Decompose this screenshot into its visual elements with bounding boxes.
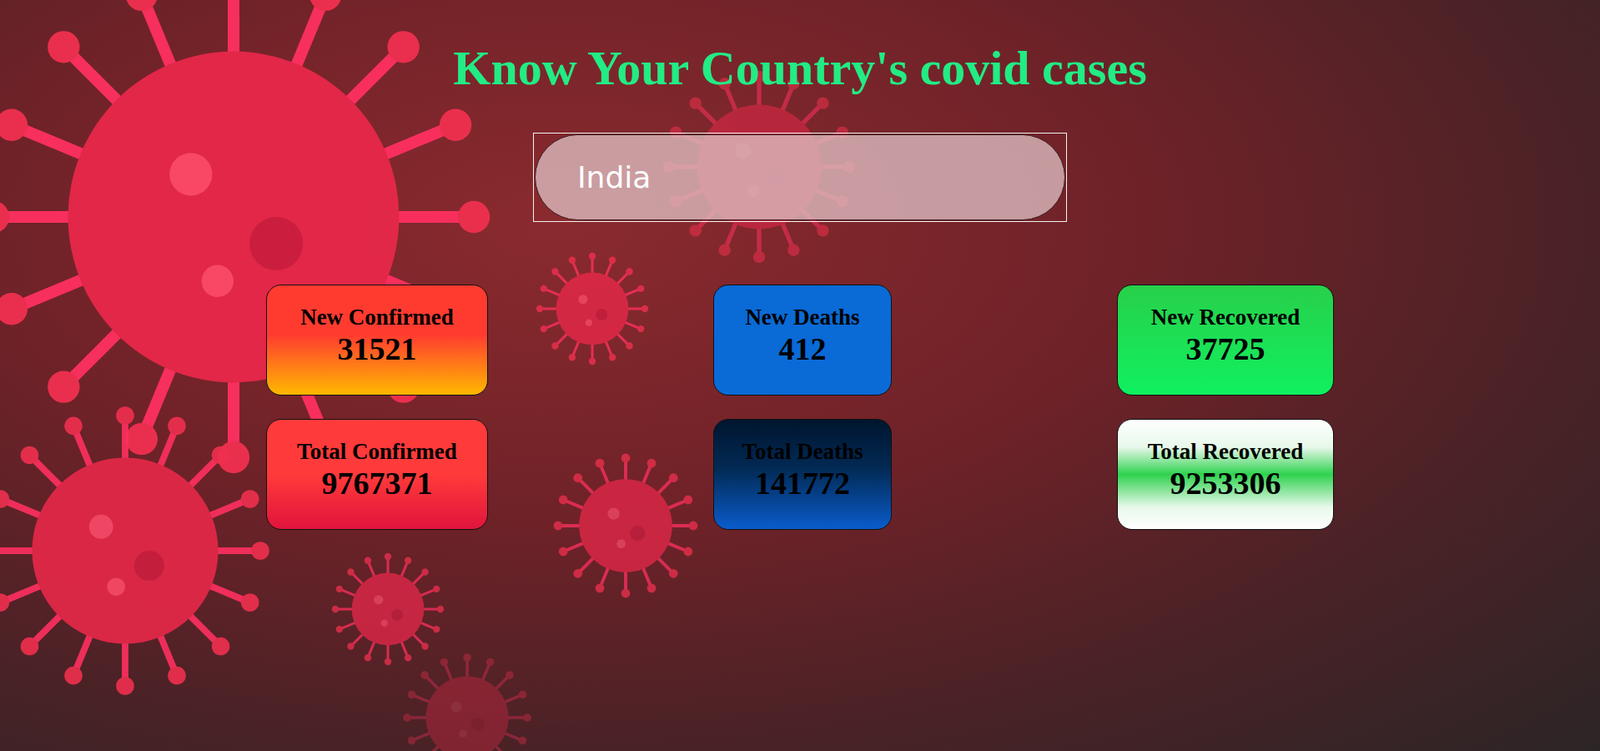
- stat-value: 31521: [337, 330, 418, 368]
- virus-icon: [533, 250, 651, 368]
- stat-label: Total Deaths: [741, 437, 863, 465]
- stat-value: 37725: [1186, 330, 1266, 368]
- country-search-input[interactable]: [534, 134, 1066, 221]
- virus-icon: [400, 650, 534, 751]
- stat-card: Total Confirmed9767371: [266, 418, 489, 530]
- page: Know Your Country's covid cases New Confi…: [0, 0, 1600, 751]
- virus-icon: [0, 0, 501, 484]
- stat-label: New Confirmed: [300, 303, 454, 331]
- stat-card: Total Recovered9253306: [1116, 418, 1334, 530]
- search-frame: [533, 132, 1067, 222]
- stat-card: New Deaths412: [713, 284, 892, 396]
- stat-label: New Recovered: [1151, 303, 1301, 331]
- stat-card: New Recovered37725: [1116, 284, 1334, 396]
- virus-icon: [0, 400, 276, 701]
- virus-icon: [550, 450, 701, 601]
- content: Know Your Country's covid cases New Confi…: [0, 0, 1600, 530]
- stat-label: New Deaths: [744, 303, 860, 331]
- stat-card: Total Deaths141772: [713, 418, 892, 530]
- stat-label: Total Recovered: [1147, 437, 1304, 465]
- stat-value: 9767371: [322, 464, 433, 502]
- virus-icon: [329, 550, 447, 668]
- stat-card: New Confirmed31521: [266, 284, 489, 396]
- stat-value: 9253306: [1170, 464, 1282, 502]
- stat-value: 141772: [754, 464, 851, 502]
- stat-value: 412: [779, 330, 827, 368]
- stat-label: Total Confirmed: [296, 437, 458, 465]
- stats-grid: New Confirmed31521 New Deaths412 New Recov…: [266, 284, 1334, 530]
- page-title: Know Your Country's covid cases: [452, 40, 1147, 96]
